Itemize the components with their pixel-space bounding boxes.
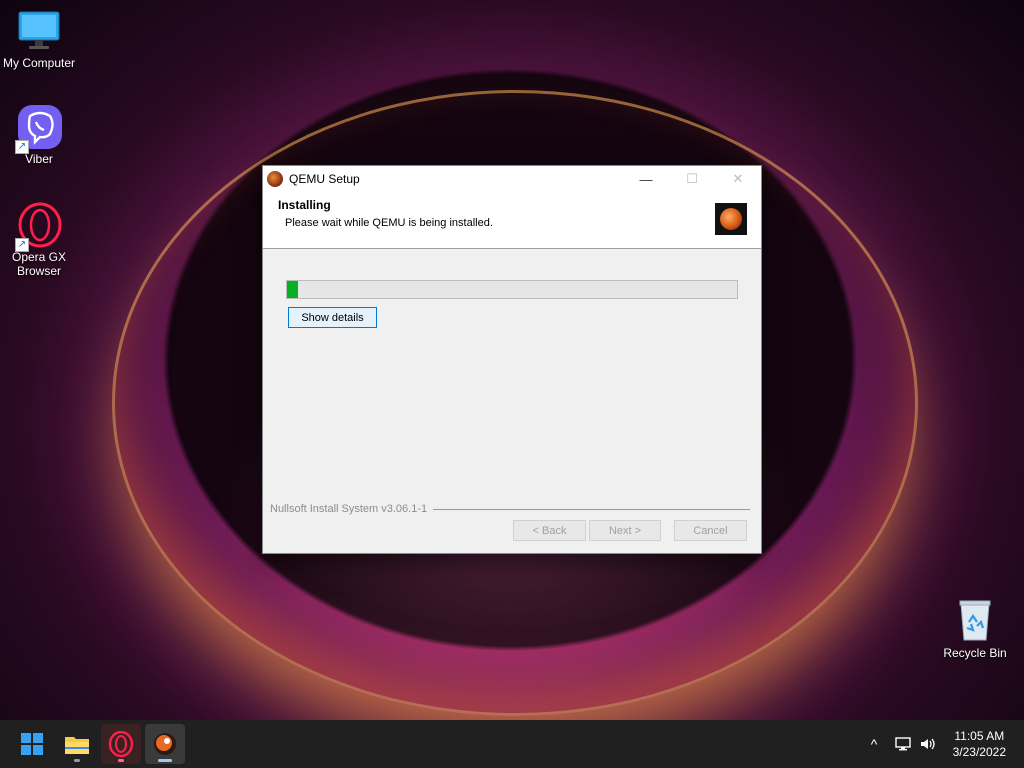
- taskbar-qemu-setup[interactable]: [145, 724, 185, 764]
- opera-gx-icon: ↗: [15, 202, 62, 252]
- system-tray: ^: [865, 720, 937, 768]
- desktop-icon-label: My Computer: [2, 56, 76, 70]
- branding-text: Nullsoft Install System v3.06.1-1: [270, 503, 428, 515]
- maximize-button: ☐: [686, 171, 698, 186]
- qemu-setup-window: QEMU Setup — ☐ ✕ Installing Please wait …: [262, 165, 762, 554]
- desktop-icon-my-computer[interactable]: My Computer: [0, 8, 78, 70]
- next-button: Next >: [589, 520, 661, 541]
- back-button: < Back: [513, 520, 586, 541]
- branding-divider: [433, 508, 750, 510]
- desktop-icon-opera-gx[interactable]: ↗ Opera GX Browser: [0, 202, 78, 278]
- taskbar-file-explorer[interactable]: [57, 724, 97, 764]
- show-hidden-icons-chevron-icon[interactable]: ^: [865, 736, 883, 752]
- shortcut-arrow-icon: ↗: [15, 140, 29, 154]
- shortcut-arrow-icon: ↗: [15, 238, 29, 252]
- cancel-button: Cancel: [674, 520, 747, 541]
- start-button[interactable]: [12, 724, 52, 764]
- wizard-header: Installing Please wait while QEMU is bei…: [263, 192, 761, 249]
- monitor-icon: [17, 8, 61, 52]
- network-icon[interactable]: [895, 736, 913, 752]
- qemu-icon: [154, 733, 176, 755]
- windows-logo-icon: [21, 733, 43, 755]
- desktop-icon-viber[interactable]: ↗ Viber: [0, 104, 78, 166]
- running-indicator: [118, 759, 124, 762]
- desktop-icon-label: Recycle Bin: [943, 646, 1007, 660]
- volume-icon[interactable]: [919, 736, 937, 752]
- desktop-icon-recycle-bin[interactable]: Recycle Bin: [936, 598, 1014, 660]
- taskbar-opera-gx[interactable]: [101, 724, 141, 764]
- folder-icon: [65, 737, 89, 754]
- window-title: QEMU Setup: [289, 172, 360, 186]
- clock-date: 3/23/2022: [952, 745, 1006, 759]
- branding-line: Nullsoft Install System v3.06.1-1: [270, 503, 750, 515]
- show-details-button[interactable]: Show details: [288, 307, 377, 328]
- desktop-icon-label: Viber: [25, 152, 53, 166]
- viber-icon: ↗: [15, 104, 62, 154]
- qemu-app-icon: [267, 171, 283, 187]
- running-indicator: [74, 759, 80, 762]
- page-title: Installing: [278, 198, 331, 212]
- active-indicator: [158, 759, 172, 762]
- taskbar-clock[interactable]: 11:05 AM 3/23/2022: [953, 728, 1006, 760]
- desktop-icon-label: Opera GX Browser: [11, 250, 67, 278]
- clock-time: 11:05 AM: [954, 729, 1005, 743]
- opera-gx-icon: [108, 731, 134, 757]
- taskbar: ^ 11:05 AM 3/23/2022: [0, 720, 1024, 768]
- qemu-logo-icon: [715, 203, 747, 235]
- window-titlebar[interactable]: QEMU Setup — ☐ ✕: [263, 166, 761, 192]
- install-progress-bar: [286, 280, 738, 299]
- recycle-bin-icon: [953, 598, 997, 642]
- progress-fill: [287, 281, 299, 298]
- minimize-button[interactable]: —: [623, 166, 669, 192]
- page-subtitle: Please wait while QEMU is being installe…: [285, 217, 493, 229]
- close-button: ✕: [732, 171, 744, 186]
